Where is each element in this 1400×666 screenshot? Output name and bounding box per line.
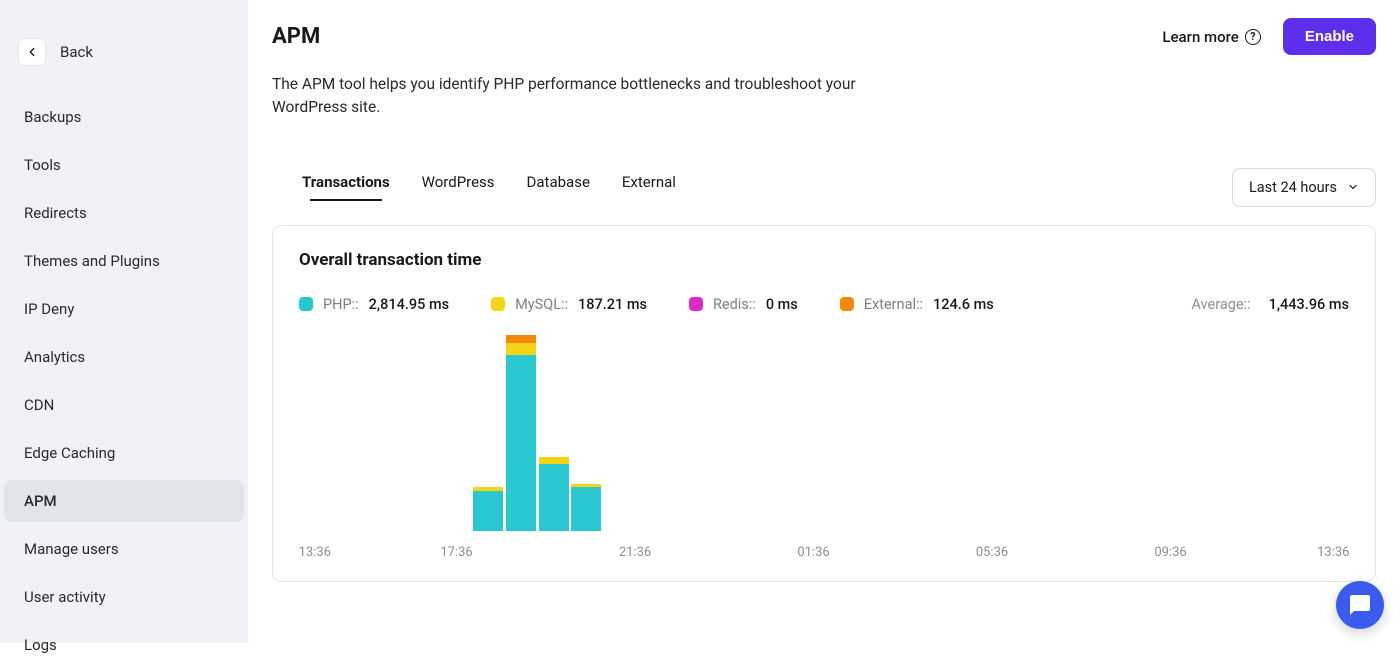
- sidebar-item-logs[interactable]: Logs: [4, 624, 244, 666]
- legend-row: PHP::2,814.95 ms MySQL::187.21 ms Redis::0…: [299, 296, 1349, 313]
- bar-stack: [473, 487, 503, 531]
- sidebar-item-backups[interactable]: Backups: [4, 96, 244, 138]
- sidebar: Back Backups Tools Redirects Themes and Plu…: [0, 0, 248, 643]
- header-actions: Learn more ? Enable: [1162, 18, 1376, 55]
- chevron-down-icon: [1347, 181, 1359, 193]
- bar-segment-external: [506, 335, 536, 343]
- plot-area: [399, 331, 1329, 531]
- sidebar-item-analytics[interactable]: Analytics: [4, 336, 244, 378]
- x-tick: 01:36: [797, 545, 829, 560]
- tabs-row: Transactions WordPress Database External La…: [272, 168, 1376, 207]
- sidebar-item-manage-users[interactable]: Manage users: [4, 528, 244, 570]
- page-description: The APM tool helps you identify PHP perf…: [272, 73, 872, 120]
- arrow-left-icon: [25, 45, 39, 59]
- card-title: Overall transaction time: [299, 250, 1349, 270]
- sidebar-item-tools[interactable]: Tools: [4, 144, 244, 186]
- sidebar-item-ip-deny[interactable]: IP Deny: [4, 288, 244, 330]
- legend-swatch: [299, 297, 313, 311]
- average-label: Average::: [1191, 296, 1250, 313]
- sidebar-item-edge-caching[interactable]: Edge Caching: [4, 432, 244, 474]
- time-range-select[interactable]: Last 24 hours: [1232, 168, 1376, 207]
- sidebar-item-user-activity[interactable]: User activity: [4, 576, 244, 618]
- chat-icon: [1348, 593, 1372, 617]
- help-icon: ?: [1245, 29, 1261, 45]
- legend-value: 0 ms: [766, 296, 798, 313]
- x-tick: 13:36: [299, 545, 331, 560]
- bar-segment-mysql: [506, 343, 536, 355]
- legend-swatch: [840, 297, 854, 311]
- main-content: APM Learn more ? Enable The APM tool hel…: [248, 0, 1400, 643]
- legend-item: PHP::2,814.95 ms: [299, 296, 449, 313]
- x-tick: 17:36: [440, 545, 472, 560]
- x-tick: 09:36: [1154, 545, 1186, 560]
- bar-segment-mysql: [539, 457, 569, 464]
- enable-button[interactable]: Enable: [1283, 18, 1376, 55]
- x-tick: 21:36: [619, 545, 651, 560]
- chat-widget[interactable]: [1336, 581, 1384, 629]
- legend-value: 124.6 ms: [933, 296, 994, 313]
- transaction-time-card: Overall transaction time PHP::2,814.95 m…: [272, 225, 1376, 582]
- bar-stack: [539, 457, 569, 530]
- bar-segment-php: [473, 491, 503, 531]
- learn-more-link[interactable]: Learn more ?: [1162, 28, 1260, 46]
- back-row: Back: [0, 38, 248, 96]
- x-tick: 13:36: [1317, 545, 1349, 560]
- tab-database[interactable]: Database: [527, 173, 590, 201]
- legend-label: Redis::: [713, 296, 756, 313]
- legend-average: Average:: 1,443.96 ms: [1191, 296, 1349, 313]
- average-value: 1,443.96 ms: [1269, 296, 1349, 313]
- legend-item: Redis::0 ms: [689, 296, 798, 313]
- tab-transactions[interactable]: Transactions: [302, 173, 390, 201]
- back-button[interactable]: [18, 38, 46, 66]
- header: APM Learn more ? Enable: [272, 18, 1376, 55]
- bar-stack: [506, 335, 536, 530]
- bar-segment-php: [539, 464, 569, 530]
- x-tick: 05:36: [976, 545, 1008, 560]
- x-axis: 13:36 17:36 21:36 01:36 05:36 09:36 13:36: [299, 531, 1349, 571]
- tabs: Transactions WordPress Database External: [302, 173, 676, 201]
- back-label: Back: [60, 43, 93, 61]
- bar-segment-php: [506, 355, 536, 531]
- tab-external[interactable]: External: [622, 173, 676, 201]
- bar-segment-php: [571, 487, 601, 531]
- legend-value: 187.21 ms: [578, 296, 647, 313]
- page-title: APM: [272, 24, 320, 49]
- legend-item: MySQL::187.21 ms: [491, 296, 647, 313]
- legend-swatch: [491, 297, 505, 311]
- sidebar-item-cdn[interactable]: CDN: [4, 384, 244, 426]
- sidebar-item-redirects[interactable]: Redirects: [4, 192, 244, 234]
- tab-wordpress[interactable]: WordPress: [422, 173, 495, 201]
- legend-value: 2,814.95 ms: [369, 296, 449, 313]
- legend-item: External::124.6 ms: [840, 296, 994, 313]
- legend-swatch: [689, 297, 703, 311]
- legend-label: External::: [864, 296, 923, 313]
- time-range-label: Last 24 hours: [1249, 179, 1337, 196]
- chart: 13:36 17:36 21:36 01:36 05:36 09:36 13:36: [299, 331, 1349, 571]
- bar-stack: [571, 484, 601, 531]
- sidebar-item-themes-and-plugins[interactable]: Themes and Plugins: [4, 240, 244, 282]
- legend-label: PHP::: [323, 296, 359, 313]
- sidebar-item-apm[interactable]: APM: [4, 480, 244, 522]
- legend-label: MySQL::: [515, 296, 568, 313]
- learn-more-label: Learn more: [1162, 28, 1238, 46]
- legend: PHP::2,814.95 ms MySQL::187.21 ms Redis::0…: [299, 296, 994, 313]
